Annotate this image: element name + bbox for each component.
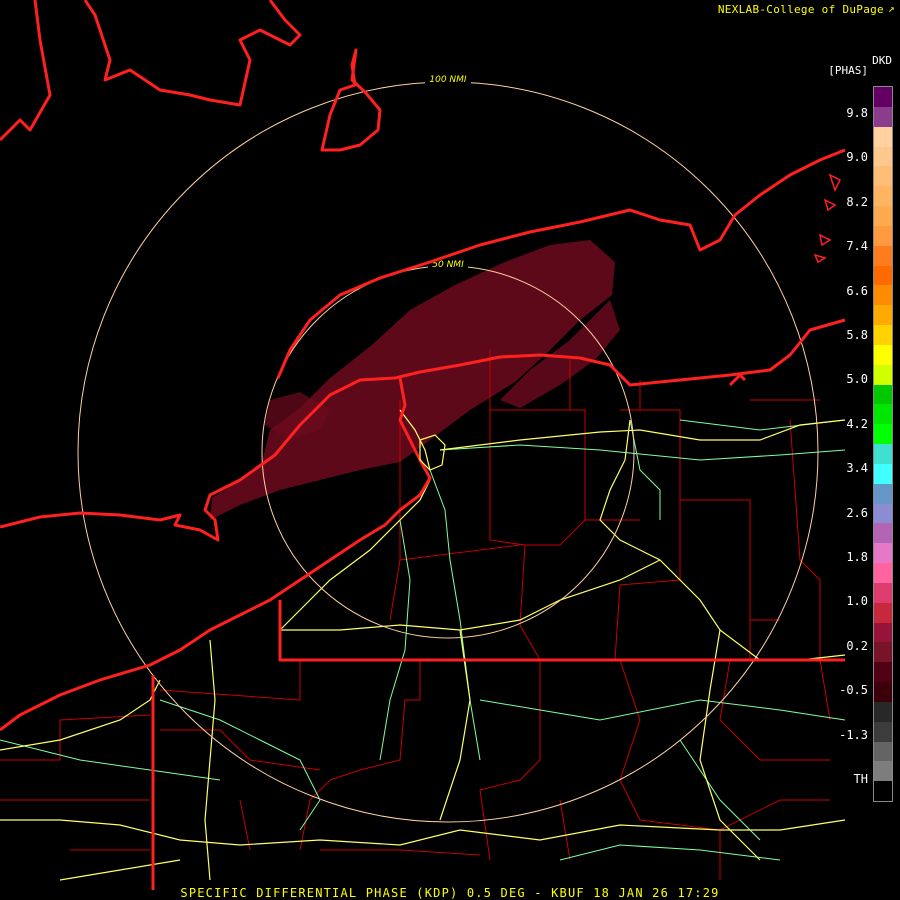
scale-swatch [874, 701, 892, 723]
external-link-icon[interactable]: ↗ [888, 3, 898, 14]
scale-swatch [874, 741, 892, 762]
scale-swatch [874, 186, 892, 207]
color-scale-bar [873, 86, 893, 802]
scale-swatch [874, 483, 892, 504]
product-title: SPECIFIC DIFFERENTIAL PHASE (KDP) 0.5 DE… [180, 886, 720, 900]
scale-label: TH [853, 772, 868, 786]
scale-label: 5.8 [846, 328, 868, 342]
radar-map[interactable]: 100 NMI 50 NMI [0, 0, 900, 900]
scale-swatch [874, 523, 892, 544]
scale-label: 7.4 [846, 239, 868, 254]
scale-swatch [874, 225, 892, 247]
scale-swatch [874, 721, 892, 742]
scale-swatch [874, 206, 892, 227]
scale-swatch [874, 285, 892, 306]
scale-label: 6.6 [846, 283, 868, 298]
scale-swatch [874, 662, 892, 683]
scale-swatch [874, 761, 892, 782]
scale-label: 5.0 [846, 372, 868, 387]
scale-label: 9.0 [846, 150, 868, 165]
credit-text: NEXLAB-College of DuPage [717, 3, 884, 16]
product-code: DKD [872, 54, 892, 67]
scale-swatch [874, 106, 892, 128]
scale-swatch [874, 364, 892, 385]
scale-swatch [874, 602, 892, 623]
scale-swatch [874, 126, 892, 147]
scale-swatch [874, 146, 892, 167]
scale-label: 2.6 [846, 505, 868, 520]
scale-label: 8.2 [846, 194, 868, 209]
scale-label: -1.3 [839, 727, 868, 742]
scale-swatch [874, 424, 892, 445]
scale-label: -0.5 [839, 683, 868, 698]
scale-swatch [874, 582, 892, 604]
scale-swatch [874, 344, 892, 366]
scale-label: 0.2 [846, 638, 868, 653]
map-background [0, 0, 900, 900]
scale-swatch [874, 444, 892, 465]
scale-swatch [874, 404, 892, 425]
scale-label: 1.0 [846, 594, 868, 609]
scale-swatch [874, 87, 892, 108]
scale-swatch [874, 781, 892, 802]
scale-swatch [874, 166, 892, 187]
scale-swatch [874, 384, 892, 405]
scale-swatch [874, 642, 892, 663]
range-ring-label-100: 100 NMI [429, 75, 467, 85]
range-ring-label-50: 50 NMI [432, 260, 464, 270]
scale-swatch [874, 563, 892, 584]
scale-label: 4.2 [846, 416, 868, 431]
scale-swatch [874, 503, 892, 524]
units-label: [PHAS] [828, 64, 868, 77]
scale-swatch [874, 463, 892, 485]
scale-label: 9.8 [846, 106, 868, 120]
scale-swatch [874, 265, 892, 286]
scale-label: 3.4 [846, 461, 868, 476]
scale-swatch [874, 682, 892, 703]
scale-swatch [874, 543, 892, 564]
scale-swatch [874, 622, 892, 643]
scale-swatch [874, 325, 892, 346]
scale-swatch [874, 305, 892, 326]
scale-label: 1.8 [846, 550, 868, 564]
scale-swatch [874, 245, 892, 266]
